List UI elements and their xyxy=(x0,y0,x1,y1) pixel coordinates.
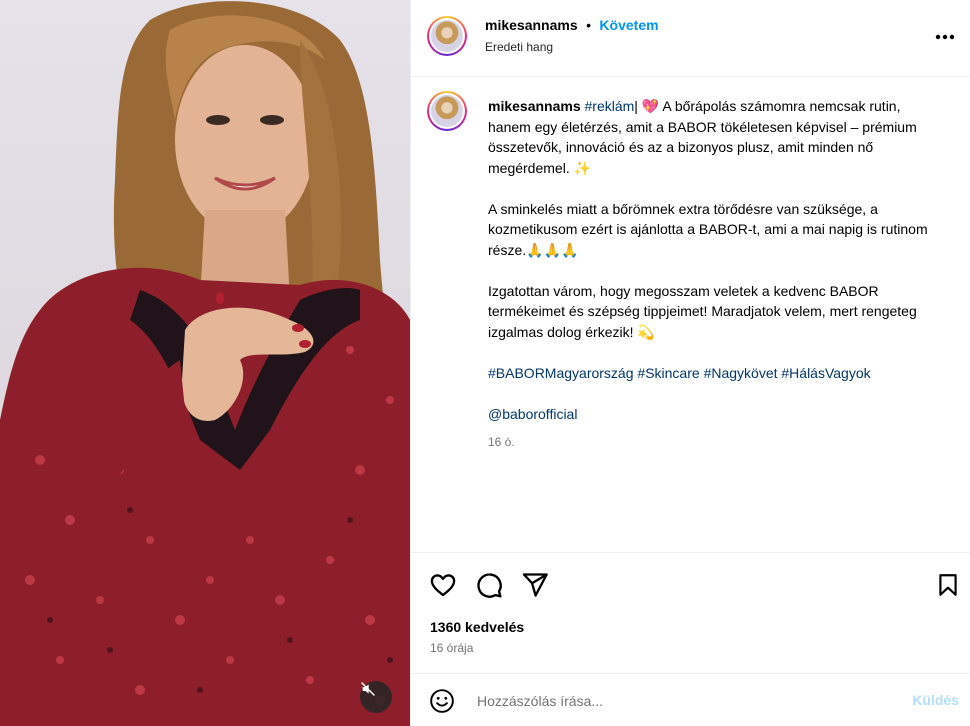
post-actions: 1360 kedvelés 16 órája xyxy=(411,553,970,673)
like-count[interactable]: 1360 kedvelés xyxy=(430,619,524,635)
emoji-button[interactable] xyxy=(429,688,455,719)
author-avatar[interactable] xyxy=(427,16,467,56)
caption-author[interactable]: mikesannams xyxy=(488,98,581,114)
separator-dot: • xyxy=(586,17,591,33)
paper-plane-icon xyxy=(522,573,548,597)
hashtag-link[interactable]: #Skincare xyxy=(637,365,699,381)
emoji-smile-icon xyxy=(430,689,454,713)
hashtag-link[interactable]: #BABORMagyarország xyxy=(488,365,634,381)
comment-button[interactable] xyxy=(475,571,503,604)
post-details-panel: mikesannams • Követem Eredeti hang mikes… xyxy=(410,0,970,726)
heart-icon xyxy=(430,574,456,597)
more-options-button[interactable] xyxy=(931,23,959,51)
like-button[interactable] xyxy=(429,571,457,604)
comment-input[interactable] xyxy=(475,689,899,713)
audio-label[interactable]: Eredeti hang xyxy=(485,40,553,54)
hashtag-reklam[interactable]: #reklám xyxy=(585,98,635,114)
more-horizontal-icon xyxy=(935,34,955,40)
caption-paragraph-3: Izgatottan várom, hogy megosszam veletek… xyxy=(488,282,917,340)
caption-author-avatar[interactable] xyxy=(427,91,467,131)
mention-link[interactable]: @baborofficial xyxy=(488,406,577,422)
post-video[interactable] xyxy=(0,0,410,726)
caption-timestamp[interactable]: 16 ó. xyxy=(488,432,928,453)
comment-bubble-icon xyxy=(477,573,502,598)
follow-button[interactable]: Követem xyxy=(599,17,658,33)
caption-paragraph-2: A sminkelés miatt a bőrömnek extra törőd… xyxy=(488,200,928,258)
speaker-muted-icon xyxy=(361,682,375,696)
bookmark-icon xyxy=(939,574,957,596)
post-timestamp[interactable]: 16 órája xyxy=(430,641,473,655)
save-button[interactable] xyxy=(935,571,961,604)
post-caption: mikesannams #reklám| 💖 A bőrápolás számo… xyxy=(488,96,928,453)
send-comment-button[interactable]: Küldés xyxy=(912,692,959,708)
hashtag-link[interactable]: #Nagykövet xyxy=(704,365,778,381)
comment-bar: Küldés xyxy=(411,673,970,726)
video-frame-illustration xyxy=(0,1,410,726)
mute-button[interactable] xyxy=(360,681,392,713)
post-header: mikesannams • Követem Eredeti hang xyxy=(411,0,970,77)
hashtag-link[interactable]: #HálásVagyok xyxy=(781,365,870,381)
caption-section: mikesannams #reklám| 💖 A bőrápolás számo… xyxy=(411,77,970,553)
share-button[interactable] xyxy=(521,571,549,604)
hashtag-list: #BABORMagyarország #Skincare #Nagykövet … xyxy=(488,363,928,384)
author-username[interactable]: mikesannams xyxy=(485,17,578,33)
